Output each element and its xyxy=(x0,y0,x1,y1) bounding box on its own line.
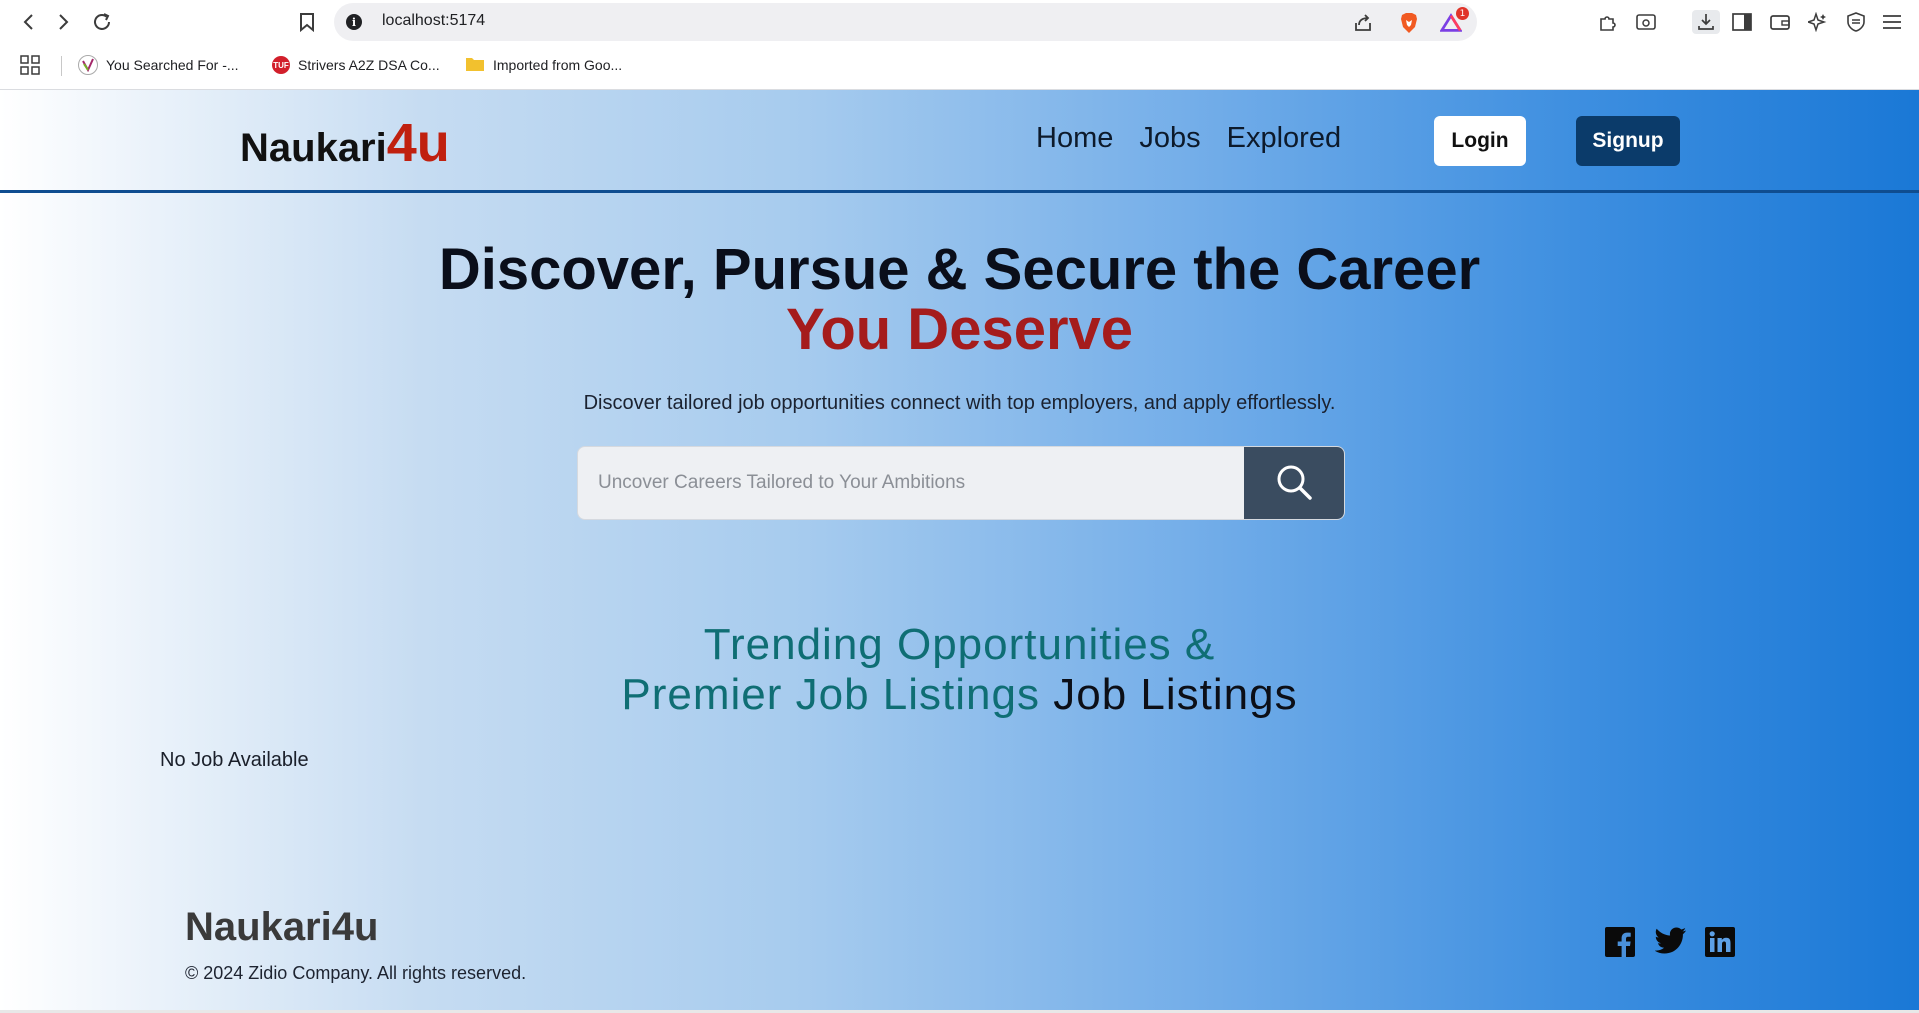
bookmark-item[interactable]: Imported from Goo... xyxy=(465,54,622,76)
bookmark-item[interactable]: TUF Strivers A2Z DSA Co... xyxy=(272,54,440,76)
trending-heading: Trending Opportunities & Premier Job Lis… xyxy=(0,620,1919,720)
logo-base: Naukari xyxy=(240,126,387,170)
vpn-shield-icon[interactable] xyxy=(1844,10,1868,34)
notification-badge: 1 xyxy=(1456,7,1469,20)
search-button[interactable] xyxy=(1244,447,1344,519)
tuf-icon: TUF xyxy=(272,56,290,74)
bookmark-icon[interactable] xyxy=(293,8,321,36)
back-icon[interactable] xyxy=(14,8,42,36)
search-icon xyxy=(1274,462,1314,505)
share-icon[interactable] xyxy=(1352,12,1374,34)
footer-logo: Naukari4u xyxy=(185,905,379,949)
site-logo[interactable]: Naukari4u xyxy=(240,112,450,174)
site-header: Naukari4u Home Jobs Explored Login Signu… xyxy=(0,90,1919,190)
yoast-icon xyxy=(78,55,98,75)
trending-line1: Trending Opportunities & xyxy=(703,620,1216,669)
hero-title-line2: You Deserve xyxy=(785,297,1134,362)
folder-icon xyxy=(465,56,485,75)
search-bar xyxy=(577,446,1345,520)
trending-line2-dark: Job Listings xyxy=(1053,670,1298,719)
bookmarks-bar: You Searched For -... TUF Strivers A2Z D… xyxy=(0,48,1919,82)
search-input[interactable] xyxy=(578,447,1240,519)
hero-title-line1: Discover, Pursue & Secure the Career xyxy=(438,237,1481,302)
address-bar[interactable]: i localhost:5174 1 xyxy=(334,3,1477,41)
bookmark-label: Imported from Goo... xyxy=(493,57,623,73)
bookmark-separator xyxy=(61,56,62,76)
nav-home[interactable]: Home xyxy=(1036,122,1113,155)
bookmark-label: Strivers A2Z DSA Co... xyxy=(298,57,440,73)
bookmark-label: You Searched For -... xyxy=(106,57,239,73)
header-divider xyxy=(0,190,1919,193)
menu-icon[interactable] xyxy=(1880,10,1904,34)
main-nav: Home Jobs Explored xyxy=(1036,122,1341,155)
hero-subtitle: Discover tailored job opportunities conn… xyxy=(583,392,1336,414)
sidebar-icon[interactable] xyxy=(1730,10,1754,34)
leo-ai-icon[interactable] xyxy=(1806,10,1830,34)
footer-copyright: © 2024 Zidio Company. All rights reserve… xyxy=(185,963,527,983)
extensions-icon[interactable] xyxy=(1596,10,1620,34)
apps-icon[interactable] xyxy=(20,54,40,76)
nav-jobs[interactable]: Jobs xyxy=(1139,122,1200,155)
brave-shield-icon[interactable] xyxy=(1398,12,1420,34)
downloads-icon[interactable] xyxy=(1692,10,1720,34)
empty-jobs-message: No Job Available xyxy=(160,749,309,771)
wallet-icon[interactable] xyxy=(1768,10,1792,34)
twitter-icon[interactable] xyxy=(1654,927,1687,957)
site-info-icon[interactable]: i xyxy=(346,14,362,30)
browser-toolbar: i localhost:5174 1 xyxy=(0,0,1919,44)
linkedin-icon[interactable] xyxy=(1705,927,1735,957)
forward-icon[interactable] xyxy=(50,8,78,36)
page: Naukari4u Home Jobs Explored Login Signu… xyxy=(0,90,1919,1010)
reader-mode-icon[interactable] xyxy=(1634,10,1658,34)
bookmark-item[interactable]: You Searched For -... xyxy=(78,54,239,76)
nav-explored[interactable]: Explored xyxy=(1227,122,1341,155)
signup-button[interactable]: Signup xyxy=(1576,116,1680,166)
logo-accent: 4u xyxy=(386,113,450,173)
trending-line2-teal: Premier Job Listings xyxy=(621,670,1040,719)
hero-title: Discover, Pursue & Secure the Career You… xyxy=(0,240,1919,360)
login-button[interactable]: Login xyxy=(1434,116,1526,166)
browser-chrome: i localhost:5174 1 You Searched For -...… xyxy=(0,0,1919,90)
facebook-icon[interactable] xyxy=(1605,927,1635,957)
reload-icon[interactable] xyxy=(88,8,116,36)
url-text[interactable]: localhost:5174 xyxy=(382,12,485,30)
